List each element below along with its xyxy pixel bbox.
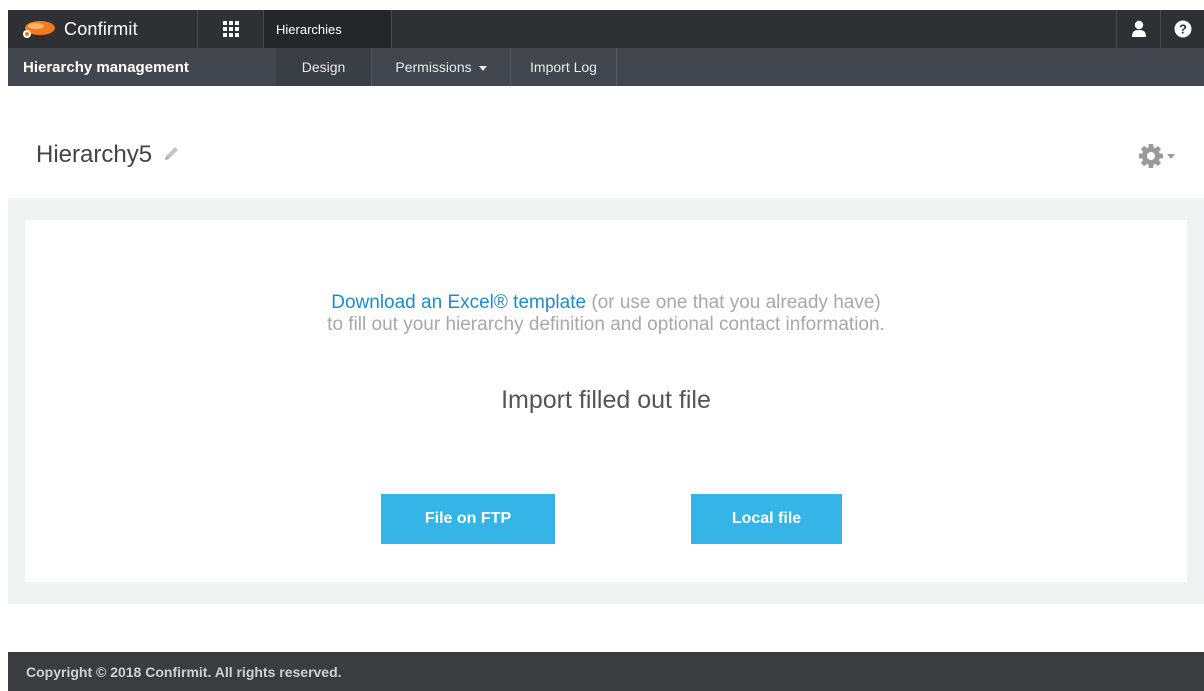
section-title: Hierarchy management [23,58,189,76]
chevron-down-icon [478,65,487,71]
help-icon: ? [1174,20,1191,38]
tab-import-log[interactable]: Import Log [511,48,617,86]
logo-mark-icon [22,19,56,39]
tab-permissions[interactable]: Permissions [372,48,511,86]
import-title: Import filled out file [501,386,711,414]
copyright-text: Copyright © 2018 Confirmit. All rights r… [26,663,342,680]
pencil-icon [165,147,179,160]
gear-icon [1139,144,1163,168]
settings-menu-button[interactable] [1138,143,1175,169]
file-on-ftp-button[interactable]: File on FTP [381,494,555,544]
tab-design-label: Design [301,59,346,75]
user-icon [1131,20,1146,37]
edit-name-button[interactable] [162,142,180,170]
chevron-down-icon [1167,153,1175,159]
tab-import-log-label: Import Log [530,59,597,75]
logo-text: Confirmit [64,18,138,39]
user-menu-button[interactable] [1116,10,1160,48]
apps-menu-button[interactable] [198,10,264,48]
top-bar: Confirmit Hierarchies ? [8,10,1204,48]
page-title: Hierarchy5 [36,140,180,170]
instructions-line2: to fill out your hierarchy definition an… [327,314,885,335]
apps-grid-icon [222,21,239,37]
download-template-link[interactable]: Download an Excel® template [331,292,586,313]
help-button[interactable]: ? [1160,10,1204,48]
app-tab-hierarchies[interactable]: Hierarchies [264,10,392,48]
svg-text:?: ? [1179,22,1187,37]
tab-design[interactable]: Design [276,48,372,86]
footer: Copyright © 2018 Confirmit. All rights r… [8,652,1204,691]
nav-bar: Hierarchy management Design Permissions … [8,48,1204,86]
confirmit-logo[interactable]: Confirmit [8,10,198,48]
import-instructions: Download an Excel® template (or use one … [25,292,1187,336]
tab-permissions-label: Permissions [395,59,472,75]
local-file-button[interactable]: Local file [691,494,842,544]
instructions-line1: (or use one that you already have) [586,292,881,313]
hierarchy-name: Hierarchy5 [36,141,153,168]
import-card: Download an Excel® template (or use one … [25,220,1187,582]
